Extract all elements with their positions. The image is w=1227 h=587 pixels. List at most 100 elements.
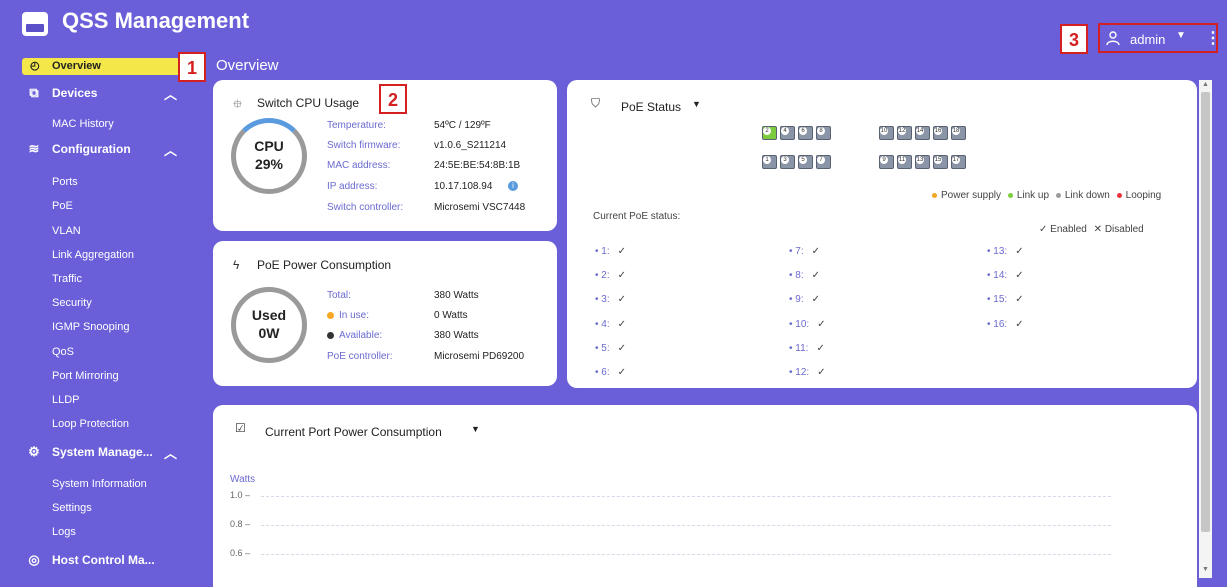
poe-entry-1: • 1: ✓ [595,246,627,257]
port-16[interactable]: 16 [933,126,948,140]
poe-entry-6: • 6: ✓ [595,367,627,378]
sidebar-item-qos[interactable]: QoS [0,341,200,363]
check-icon: ✓ [1015,246,1024,257]
sidebar-item-settings[interactable]: Settings [0,497,200,519]
port-2[interactable]: 2 [762,126,777,140]
poe-entry-15: • 15: ✓ [987,294,1024,305]
page-title: Overview [216,57,279,74]
power-gauge: Used 0W [231,287,307,363]
sidebar-item-logs[interactable]: Logs [0,521,200,543]
scroll-up-arrow-icon[interactable]: ▲ [1202,81,1209,88]
port-18[interactable]: 18 [951,126,966,140]
poe-entry-5: • 5: ✓ [595,343,627,354]
cpu-gauge-label: CPU [254,138,284,154]
port-11[interactable]: 11 [897,155,912,169]
legend-link-down: Link down [1064,190,1110,201]
sidebar-section-devices[interactable]: ⧉ Devices ︿ [0,81,190,105]
sidebar-section-label: Host Control Ma... [52,553,155,567]
power-icon: ϟ [233,258,240,272]
user-icon [1106,31,1120,45]
port-12[interactable]: 12 [897,126,912,140]
port-power-card: ☑ Current Port Power Consumption ▼ Watts… [213,405,1197,587]
poe-controller-value: Microsemi PD69200 [434,351,525,362]
poe-status-title[interactable]: PoE Status [621,100,681,114]
sliders-icon: ≋ [28,141,40,156]
y-tick-0-8: 0.8 – [230,519,251,529]
port-4[interactable]: 4 [780,126,795,140]
chevron-up-icon: ︿ [164,446,178,461]
check-icon: ✓ [811,294,821,305]
legend-link-up: Link up [1016,190,1050,201]
grid-line [261,554,1111,555]
power-supply-dot [932,192,937,198]
sidebar-item-system-information[interactable]: System Information [0,473,200,495]
y-tick-0-6: 0.6 – [230,548,251,558]
in-use-dot [327,312,334,319]
sidebar-item-vlan[interactable]: VLAN [0,220,200,242]
cpu-gauge: CPU 29% [231,118,307,194]
port-13[interactable]: 13 [915,155,930,169]
sidebar-item-loop-protection[interactable]: Loop Protection [0,413,200,435]
host-control-icon: ◎ [28,552,40,567]
caret-down-icon: ▼ [1176,30,1186,41]
sidebar-section-host-control[interactable]: ◎ Host Control Ma... [0,548,190,572]
port-15[interactable]: 15 [933,155,948,169]
header: QSS Management 3 admin ▼ ⋮ [0,0,1227,54]
link-up-dot [1007,192,1013,198]
sidebar-item-security[interactable]: Security [0,292,200,314]
port-9[interactable]: 9 [879,155,894,169]
sidebar-item-ports[interactable]: Ports [0,171,200,193]
port-8[interactable]: 8 [816,126,831,140]
port-17[interactable]: 17 [951,155,966,169]
page-scrollbar[interactable]: ▲ ▼ [1199,80,1212,578]
y-tick-1-0: 1.0 – [230,490,251,500]
sidebar-item-mac-history[interactable]: MAC History [0,113,200,135]
sidebar-item-label: Overview [52,60,101,72]
user-name: admin [1130,32,1166,47]
switch-logo-icon [22,12,48,36]
looping-dot [1116,192,1122,198]
dashboard-icon: ◴ [30,60,40,72]
info-icon[interactable]: i [508,181,518,191]
scroll-down-arrow-icon[interactable]: ▼ [1202,566,1209,573]
port-10[interactable]: 10 [879,126,894,140]
caret-down-icon[interactable]: ▼ [471,424,480,434]
sidebar-item-poe[interactable]: PoE [0,195,200,217]
poe-entry-16: • 16: ✓ [987,319,1024,330]
check-icon: ✓ [617,367,627,378]
sidebar-item-link-aggregation[interactable]: Link Aggregation [0,244,200,266]
port-1[interactable]: 1 [762,155,777,169]
sidebar-item-lldp[interactable]: LLDP [0,389,200,411]
port-7[interactable]: 7 [816,155,831,169]
sidebar-item-igmp-snooping[interactable]: IGMP Snooping [0,316,200,338]
available-dot [327,332,334,339]
poe-power-card: ϟ PoE Power Consumption Used 0W Total: 3… [213,241,557,386]
sidebar-section-system-management[interactable]: ⚙ System Manage... ︿ [0,440,190,464]
port-3[interactable]: 3 [780,155,795,169]
callout-badge-1: 1 [178,52,206,82]
callout-badge-3: 3 [1060,24,1088,54]
cross-icon: ✕ [1093,224,1103,235]
link-down-dot [1055,192,1061,198]
check-icon: ✓ [617,270,627,281]
sidebar-section-label: Devices [52,86,98,100]
sidebar-section-configuration[interactable]: ≋ Configuration ︿ [0,137,190,161]
sidebar-item-port-mirroring[interactable]: Port Mirroring [0,365,200,387]
port-legend: Power supply Link up Link down Looping [932,190,1161,201]
scroll-thumb[interactable] [1201,92,1210,532]
port-6[interactable]: 6 [798,126,813,140]
total-label: Total: [327,290,351,301]
sidebar-item-traffic[interactable]: Traffic [0,268,200,290]
check-icon: ✓ [1015,294,1024,305]
y-axis-unit: Watts [230,474,256,485]
check-icon: ✓ [617,294,627,305]
caret-down-icon[interactable]: ▼ [692,99,701,109]
user-menu[interactable]: admin ▼ ⋮ [1098,23,1221,53]
check-icon: ✓ [811,246,821,257]
sidebar-item-overview[interactable]: ◴ Overview [22,58,180,75]
check-icon: ✓ [1015,319,1024,330]
port-power-title[interactable]: Current Port Power Consumption [265,425,442,439]
port-5[interactable]: 5 [798,155,813,169]
port-14[interactable]: 14 [915,126,930,140]
more-options-icon[interactable]: ⋮ [1205,28,1221,48]
